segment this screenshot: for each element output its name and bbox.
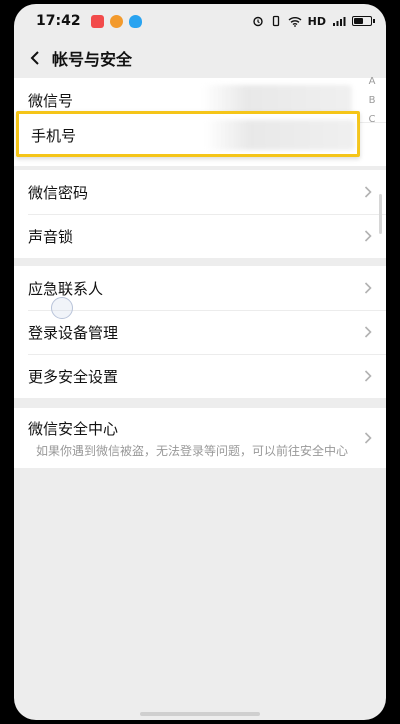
battery-icon: [352, 16, 375, 26]
security-center-group: 微信安全中心 如果你遇到微信被盗，无法登录等问题，可以前往安全中心: [14, 408, 386, 468]
password-group: 微信密码 声音锁: [14, 170, 386, 258]
password-row[interactable]: 微信密码: [14, 170, 386, 214]
scrollbar[interactable]: [379, 194, 382, 234]
home-indicator[interactable]: [140, 712, 260, 716]
video-app-icon: [90, 14, 104, 28]
chevron-left-icon[interactable]: [18, 38, 52, 78]
network-type: HD: [307, 14, 326, 28]
chevron-right-icon: [364, 370, 372, 382]
index-bar: A B C: [366, 76, 378, 125]
alarm-icon: [252, 16, 263, 27]
phone-label: 手机号: [31, 127, 77, 145]
wechat-id-label: 微信号: [28, 91, 74, 110]
chevron-right-icon: [364, 230, 372, 242]
device-management-row[interactable]: 登录设备管理: [14, 310, 386, 354]
security-center-title: 微信安全中心: [28, 420, 119, 438]
more-security-row[interactable]: 更多安全设置: [14, 354, 386, 398]
index-letter[interactable]: B: [369, 95, 376, 106]
signal-icon: [333, 16, 346, 26]
password-label: 微信密码: [28, 183, 89, 202]
chevron-right-icon: [364, 282, 372, 294]
vibrate-icon: [272, 15, 279, 27]
security-center-desc: 如果你遇到微信被盗，无法登录等问题，可以前往安全中心: [36, 444, 349, 458]
chevron-right-icon: [364, 432, 372, 444]
phone-value-blurred: [205, 120, 355, 150]
touch-indicator: [51, 297, 73, 319]
more-security-label: 更多安全设置: [28, 367, 119, 386]
voice-lock-label: 声音锁: [28, 227, 74, 246]
security-center-row[interactable]: 微信安全中心 如果你遇到微信被盗，无法登录等问题，可以前往安全中心: [14, 408, 386, 468]
voice-lock-row[interactable]: 声音锁: [14, 214, 386, 258]
chevron-right-icon: [364, 186, 372, 198]
phone-row[interactable]: 手机号: [16, 111, 360, 157]
phone-screen: 17:42 HD 帐号与安全 微信号 手机号 A B C 微信密码 声音锁 应急…: [14, 4, 386, 720]
index-letter[interactable]: A: [369, 76, 376, 87]
clock: 17:42: [36, 13, 81, 29]
chevron-right-icon: [364, 326, 372, 338]
emergency-contact-label: 应急联系人: [28, 279, 104, 298]
index-letter[interactable]: C: [369, 114, 376, 125]
status-bar: 17:42 HD: [14, 4, 386, 38]
wifi-icon: [288, 16, 302, 27]
security-group: 应急联系人 登录设备管理 更多安全设置: [14, 266, 386, 398]
qq-icon: [128, 14, 142, 28]
weibo-icon: [109, 14, 123, 28]
page-title: 帐号与安全: [52, 50, 133, 69]
device-management-label: 登录设备管理: [28, 323, 119, 342]
nav-bar: 帐号与安全: [14, 38, 386, 78]
